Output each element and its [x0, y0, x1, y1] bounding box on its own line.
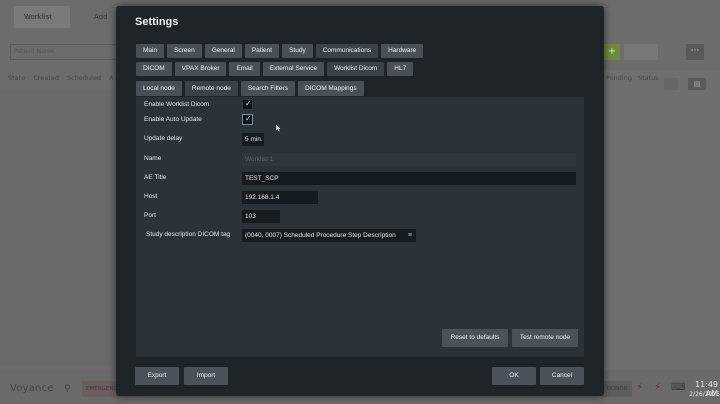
bg-right-panel [604, 70, 720, 370]
list-icon: ≡ [407, 232, 412, 239]
ok-button[interactable]: OK [492, 367, 536, 385]
tab-dicom-mappings[interactable]: DICOM Mappings [297, 81, 364, 96]
tab-search-filters[interactable]: Search Filters [240, 81, 295, 96]
bg-chat-icon: ▤ [688, 78, 706, 90]
tab-dicom[interactable]: DICOM [136, 62, 172, 76]
study-desc-label: Study description DICOM tag [146, 231, 231, 238]
tab-communications[interactable]: Communications [315, 44, 379, 58]
tab-patient[interactable]: Patient [244, 44, 280, 58]
ae-title-label: AE Title [144, 174, 167, 181]
bg-plus-icon: + [604, 44, 620, 60]
bg-col-pending: Pending [606, 74, 632, 82]
update-delay-label: Update delay [144, 135, 183, 142]
checkmark-icon: ✓ [245, 114, 252, 123]
enable-worklist-label: Enable Worklist Dicom [144, 101, 210, 108]
tab-email[interactable]: Email [229, 62, 260, 76]
update-delay-unit: min. [250, 136, 263, 143]
tab-main[interactable]: Main [136, 44, 165, 58]
bg-grey-button [624, 44, 658, 60]
bg-col-status: Status [637, 74, 659, 82]
main-tab-bar: Main Screen General Patient Study Commun… [136, 44, 424, 58]
mouse-cursor-icon [276, 124, 281, 132]
remote-node-panel: Enable Worklist Dicom ✓ Enable Auto Upda… [136, 97, 584, 357]
tab-hl7[interactable]: HL7 [387, 62, 414, 76]
bg-col-a: A [108, 74, 114, 82]
checkmark-icon: ✓ [245, 99, 252, 108]
name-label: Name [144, 155, 162, 162]
tab-local-node[interactable]: Local node [136, 81, 182, 96]
test-remote-node-button[interactable]: Test remote node [512, 329, 578, 347]
tab-general[interactable]: General [204, 44, 242, 58]
update-delay-value: 5 [245, 136, 249, 143]
tab-screen[interactable]: Screen [167, 44, 202, 58]
name-field[interactable]: Worklist 1 [242, 153, 576, 166]
bg-more-icon: ··· [686, 44, 704, 60]
update-delay-field[interactable]: 5 min. [242, 133, 264, 146]
tab-vpax-broker[interactable]: VPAX Broker [174, 62, 227, 76]
worklist-sub-tab-bar: Local node Remote node Search Filters DI… [136, 81, 364, 96]
tab-worklist-dicom[interactable]: Worklist Dicom [327, 62, 385, 76]
enable-worklist-checkbox[interactable]: ✓ [242, 99, 253, 110]
cancel-button[interactable]: Cancel [540, 367, 584, 385]
bg-col-created: Created [33, 74, 59, 82]
settings-dialog: Settings Main Screen General Patient Stu… [116, 6, 604, 396]
bg-logo: Voyance [10, 383, 54, 394]
tray-keyboard-icon: ⌨ [671, 382, 686, 393]
tray-warning-icon: ⚡ [636, 382, 644, 393]
bg-square-1 [664, 78, 678, 90]
bg-table-header: State Created Scheduled A [8, 74, 113, 88]
tab-remote-node[interactable]: Remote node [184, 81, 238, 96]
export-button[interactable]: Export [135, 367, 179, 385]
user-icon: ⚲ [64, 384, 71, 394]
communications-tab-bar: DICOM VPAX Broker Email External Service… [136, 62, 414, 76]
bg-tab-add: Add [94, 13, 108, 21]
tab-study[interactable]: Study [282, 44, 313, 58]
bg-donor-button: DONOR [602, 381, 632, 397]
host-label: Host [144, 193, 158, 200]
dialog-title: Settings [135, 16, 179, 28]
bg-table-header-right: Pending Status [606, 74, 659, 88]
reset-to-defaults-button[interactable]: Reset to defaults [442, 329, 508, 347]
host-field[interactable]: 192.168.1.4 [242, 191, 318, 204]
bg-tab-worklist: Worklist [14, 6, 70, 28]
study-desc-dropdown[interactable]: (0040, 0007) Scheduled Procedure Step De… [242, 229, 416, 242]
study-desc-value: (0040, 0007) Scheduled Procedure Step De… [245, 232, 396, 239]
tray-signal-icon: ⚡ [654, 382, 662, 393]
bg-col-state: State [8, 74, 26, 82]
enable-auto-update-checkbox[interactable]: ✓ [242, 114, 253, 125]
port-field[interactable]: 103 [242, 210, 280, 223]
ae-title-field[interactable]: TEST_SCP [242, 172, 576, 185]
tab-external-service[interactable]: External Service [262, 62, 325, 76]
port-label: Port [144, 212, 156, 219]
clock-date: 2/26/2025 [689, 391, 720, 398]
bg-search-input: Patient Name [10, 44, 118, 60]
bg-col-scheduled: Scheduled [66, 74, 101, 82]
enable-auto-update-label: Enable Auto Update [144, 116, 202, 123]
tab-hardware[interactable]: Hardware [381, 44, 424, 58]
import-button[interactable]: Import [184, 367, 228, 385]
